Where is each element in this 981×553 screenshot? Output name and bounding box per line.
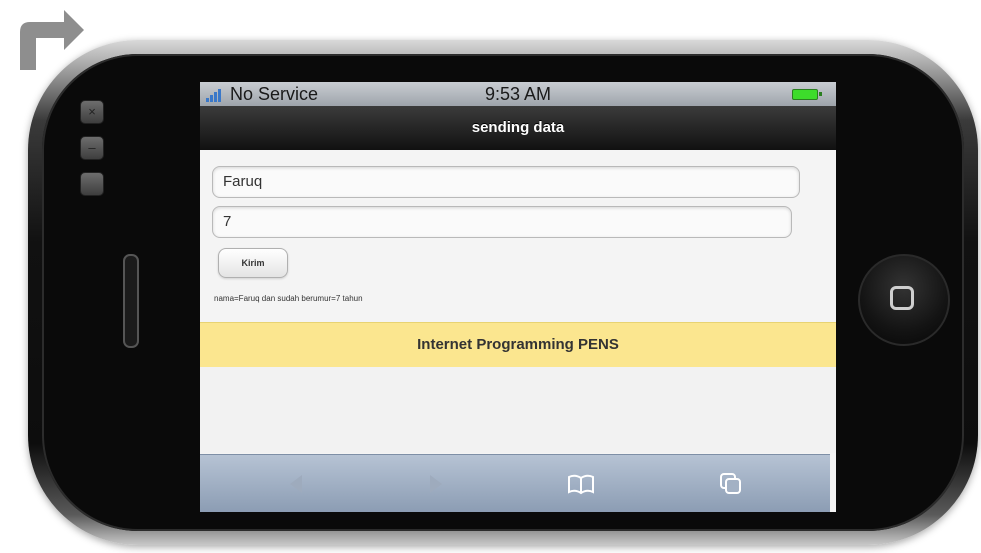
pages-icon[interactable] (716, 469, 746, 499)
footer-bar: Internet Programming PENS (200, 322, 836, 368)
result-text: nama=Faruq dan sudah berumur=7 tahun (214, 294, 363, 303)
close-icon[interactable]: × (80, 100, 104, 124)
name-input[interactable]: Faruq (212, 166, 800, 198)
back-arrow-icon[interactable] (282, 469, 312, 499)
status-time: 9:53 AM (484, 84, 552, 104)
phone-screen: No Service 9:53 AM sending data Faruq 7 … (200, 82, 836, 512)
minimize-icon[interactable]: – (80, 136, 104, 160)
page-title: sending data (200, 106, 836, 150)
speaker-slot (123, 254, 139, 348)
blank-area (200, 367, 836, 453)
forward-arrow-icon[interactable] (420, 469, 450, 499)
status-bar: No Service 9:53 AM (200, 82, 836, 106)
home-square-icon (890, 286, 914, 310)
maximize-icon[interactable] (80, 172, 104, 196)
battery-icon (792, 89, 818, 100)
battery-tip (819, 92, 822, 96)
age-input[interactable]: 7 (212, 206, 792, 238)
browser-toolbar (200, 454, 830, 512)
home-button[interactable] (858, 254, 950, 346)
kirim-button[interactable]: Kirim (218, 248, 288, 278)
form-area: Faruq 7 Kirim nama=Faruq dan sudah berum… (200, 150, 836, 322)
bookmarks-icon[interactable] (566, 469, 596, 499)
